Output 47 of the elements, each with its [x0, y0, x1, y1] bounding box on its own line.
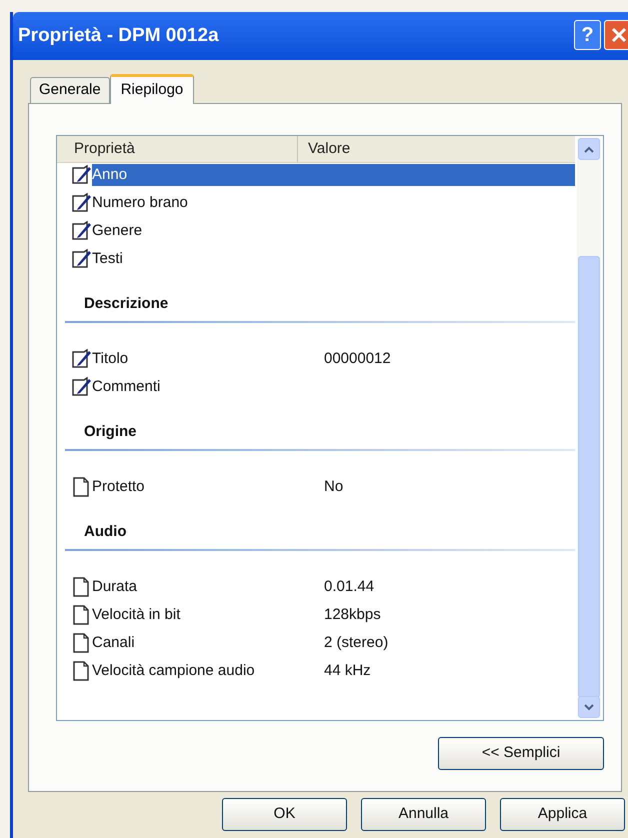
document-icon — [72, 661, 92, 681]
property-name[interactable]: Commenti — [92, 376, 314, 398]
help-button[interactable]: ? — [574, 20, 601, 50]
scroll-down-button[interactable] — [578, 696, 600, 718]
edit-document-icon — [72, 193, 92, 213]
document-icon — [72, 577, 92, 597]
dialog-button[interactable]: Applica — [500, 798, 625, 831]
property-name[interactable]: Numero brano — [92, 192, 314, 214]
property-name[interactable]: Titolo — [92, 348, 314, 370]
edit-document-icon — [72, 221, 92, 241]
edit-document-icon — [72, 377, 92, 397]
edit-document-icon — [72, 249, 92, 269]
column-header[interactable]: Valore — [298, 136, 350, 162]
group-heading: Descrizione — [83, 295, 170, 313]
property-value: 44 kHz — [323, 660, 371, 681]
property-value: 00000012 — [323, 348, 391, 369]
scrollbar[interactable] — [577, 138, 601, 718]
property-name[interactable]: Durata — [92, 576, 314, 598]
property-value: 128kbps — [323, 604, 381, 625]
dialog-button[interactable]: OK — [222, 798, 347, 831]
edit-document-icon — [72, 349, 92, 369]
group-heading: Origine — [83, 423, 138, 441]
property-value: 2 (stereo) — [323, 632, 388, 653]
close-icon — [611, 27, 627, 43]
property-value: 0.01.44 — [323, 576, 374, 597]
property-value: No — [323, 476, 344, 497]
scroll-thumb[interactable] — [578, 256, 600, 698]
group-heading: Audio — [83, 523, 128, 541]
dialog-button[interactable]: Annulla — [361, 798, 486, 831]
property-name[interactable]: Genere — [92, 220, 314, 242]
property-name[interactable]: Testi — [92, 248, 314, 270]
document-icon — [72, 477, 92, 497]
document-icon — [72, 633, 92, 653]
scroll-up-button[interactable] — [578, 138, 600, 160]
tab[interactable]: Riepilogo — [110, 74, 194, 104]
tab[interactable]: Generale — [30, 77, 110, 103]
property-name[interactable]: Canali — [92, 632, 314, 654]
property-name[interactable]: Velocità campione audio — [92, 660, 314, 682]
window-title: Proprietà - DPM 0012a — [18, 24, 219, 48]
edit-document-icon — [72, 165, 92, 185]
close-button[interactable] — [604, 20, 628, 50]
simple-view-button[interactable]: << Semplici — [438, 737, 604, 770]
document-icon — [72, 605, 92, 625]
property-name[interactable]: Anno — [92, 164, 575, 186]
property-name[interactable]: Velocità in bit — [92, 604, 314, 626]
property-name[interactable]: Protetto — [92, 476, 314, 498]
column-header[interactable]: Proprietà — [57, 136, 298, 162]
